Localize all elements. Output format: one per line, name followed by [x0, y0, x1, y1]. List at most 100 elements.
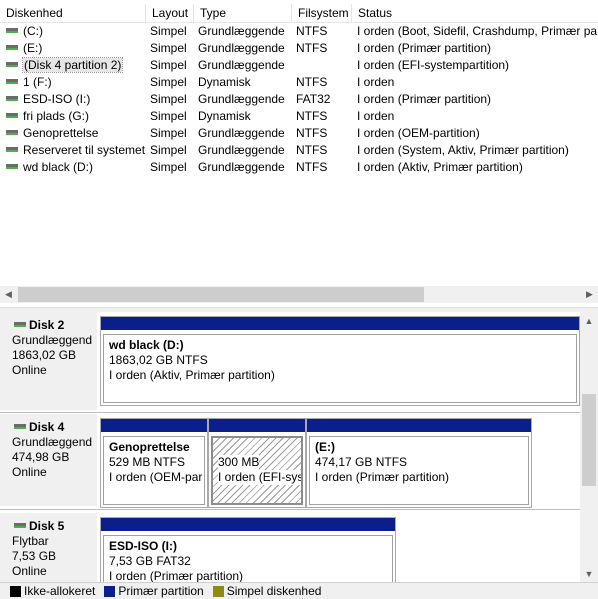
volume-row-selected[interactable]: (Disk 4 partition 2) Simpel Grundlæggend… — [0, 57, 598, 74]
volume-layout: Simpel — [150, 126, 187, 140]
volume-filesystem: NTFS — [296, 75, 328, 89]
scroll-up-icon[interactable]: ▲ — [580, 312, 598, 329]
volume-row[interactable]: Genoprettelse Simpel Grundlæggende NTFS … — [0, 125, 598, 142]
volume-row[interactable]: (C:) Simpel Grundlæggende NTFS I orden (… — [0, 23, 598, 40]
disk-info[interactable]: Disk 5 Flytbar 7,53 GB Online — [0, 513, 97, 582]
partition-size: 474,17 GB NTFS — [315, 455, 408, 469]
disk-state: Online — [12, 465, 47, 479]
volume-list[interactable]: Diskenhed Layout Type Filsystem Status (… — [0, 0, 598, 307]
partition-size: 529 MB NTFS — [109, 455, 186, 469]
volume-type: Grundlæggende — [198, 92, 285, 106]
volume-name: (Disk 4 partition 2) — [21, 57, 124, 73]
volume-status: I orden (Aktiv, Primær partition) — [357, 160, 523, 174]
volume-type: Grundlæggende — [198, 160, 285, 174]
volume-row[interactable]: ESD-ISO (I:) Simpel Grundlæggende FAT32 … — [0, 91, 598, 108]
volume-row[interactable]: (E:) Simpel Grundlæggende NTFS I orden (… — [0, 40, 598, 57]
volume-row[interactable]: Reserveret til systemet Simpel Grundlægg… — [0, 142, 598, 159]
volume-status: I orden — [357, 109, 395, 123]
scroll-left-icon[interactable]: ◀ — [0, 286, 17, 303]
disk-row-disk-5: Disk 5 Flytbar 7,53 GB Online ESD-ISO (I… — [0, 513, 580, 582]
drive-icon — [6, 28, 18, 34]
legend: Ikke-allokeret Primær partition Simpel d… — [0, 582, 598, 599]
horizontal-scroll-thumb[interactable] — [18, 287, 424, 302]
volume-layout: Simpel — [150, 109, 187, 123]
horizontal-scrollbar[interactable]: ◀ ▶ — [0, 286, 598, 303]
disk-row-disk-2: Disk 2 Grundlæggend 1863,02 GB Online wd… — [0, 312, 580, 410]
drive-icon — [6, 130, 18, 136]
scroll-down-icon[interactable]: ▼ — [580, 565, 598, 582]
partition-status: I orden (Primær partition) — [109, 569, 244, 582]
drive-icon — [6, 113, 18, 119]
primary-partition-bar — [307, 419, 531, 433]
volume-name: Reserveret til systemet — [23, 143, 146, 157]
column-header-filesystem[interactable]: Filsystem — [292, 4, 352, 23]
partition-name: ESD-ISO (I:) — [109, 539, 177, 553]
volume-name: Genoprettelse — [23, 126, 99, 140]
legend-swatch — [10, 585, 21, 597]
volume-filesystem: NTFS — [296, 126, 328, 140]
disk-kind: Grundlæggend — [12, 435, 93, 449]
volume-status: I orden — [357, 75, 395, 89]
partition-block[interactable]: Genoprettelse 529 MB NTFS I orden (OEM-p… — [100, 418, 208, 508]
partition-block[interactable]: wd black (D:) 1863,02 GB NTFS I orden (A… — [100, 316, 580, 406]
drive-icon — [6, 62, 18, 68]
volume-row[interactable]: wd black (D:) Simpel Grundlæggende NTFS … — [0, 159, 598, 176]
primary-partition-bar — [209, 419, 305, 433]
partition-status: I orden (EFI-syst — [218, 470, 301, 485]
volume-status: I orden (System, Aktiv, Primær partition… — [357, 143, 569, 157]
volume-filesystem: NTFS — [296, 160, 328, 174]
disk-kind: Flytbar — [12, 534, 49, 548]
volume-type: Grundlæggende — [198, 58, 285, 72]
volume-row[interactable]: fri plads (G:) Simpel Dynamisk NTFS I or… — [0, 108, 598, 125]
volume-name: (E:) — [23, 41, 43, 55]
legend-label: Simpel diskenhed — [226, 584, 322, 598]
disk-info[interactable]: Disk 2 Grundlæggend 1863,02 GB Online — [0, 312, 97, 410]
partition-name: (E:) — [315, 440, 335, 454]
column-header-layout[interactable]: Layout — [146, 4, 194, 23]
column-header-type[interactable]: Type — [194, 4, 292, 23]
volume-type: Grundlæggende — [198, 126, 285, 140]
disk-name: Disk 2 — [29, 318, 65, 332]
column-header-status[interactable]: Status — [352, 4, 598, 23]
partition-block[interactable]: (E:) 474,17 GB NTFS I orden (Primær part… — [306, 418, 532, 508]
partition-block-selected[interactable]: 300 MB I orden (EFI-syst — [208, 418, 306, 508]
column-header-volume[interactable]: Diskenhed — [0, 4, 146, 23]
legend-label: Ikke-allokeret — [24, 584, 96, 598]
volume-rows: (C:) Simpel Grundlæggende NTFS I orden (… — [0, 23, 598, 176]
disk-map: Disk 2 Grundlæggend 1863,02 GB Online wd… — [0, 312, 598, 582]
drive-icon — [6, 79, 18, 85]
legend-label: Primær partition — [118, 584, 204, 598]
partition-status: I orden (Primær partition) — [315, 470, 450, 484]
volume-type: Dynamisk — [198, 75, 251, 89]
vertical-scroll-thumb[interactable] — [582, 394, 596, 486]
primary-partition-bar — [101, 317, 579, 331]
volume-type: Grundlæggende — [198, 24, 285, 38]
disk-divider — [0, 509, 580, 510]
volume-layout: Simpel — [150, 41, 187, 55]
disk-divider — [0, 412, 580, 413]
volume-list-header: Diskenhed Layout Type Filsystem Status — [0, 4, 598, 23]
partition-block[interactable]: ESD-ISO (I:) 7,53 GB FAT32 I orden (Prim… — [100, 517, 396, 582]
partition-name: wd black (D:) — [109, 338, 184, 352]
volume-layout: Simpel — [150, 58, 187, 72]
drive-icon — [6, 164, 18, 170]
volume-filesystem: NTFS — [296, 24, 328, 38]
disk-state: Online — [12, 363, 47, 377]
legend-item-primary-partition: Primær partition — [104, 584, 204, 598]
primary-partition-bar — [101, 518, 395, 532]
volume-filesystem: FAT32 — [296, 92, 331, 106]
volume-name: (C:) — [23, 24, 43, 38]
volume-filesystem — [296, 57, 352, 74]
volume-layout: Simpel — [150, 160, 187, 174]
primary-partition-bar — [101, 419, 207, 433]
scroll-right-icon[interactable]: ▶ — [581, 286, 598, 303]
disk-info[interactable]: Disk 4 Grundlæggend 474,98 GB Online — [0, 414, 97, 506]
legend-swatch — [104, 585, 116, 597]
volume-row[interactable]: 1 (F:) Simpel Dynamisk NTFS I orden — [0, 74, 598, 91]
volume-filesystem: NTFS — [296, 143, 328, 157]
volume-type: Grundlæggende — [198, 143, 285, 157]
volume-layout: Simpel — [150, 75, 187, 89]
disk-row-disk-4: Disk 4 Grundlæggend 474,98 GB Online Gen… — [0, 414, 580, 508]
vertical-scrollbar[interactable]: ▲ ▼ — [580, 312, 598, 582]
volume-layout: Simpel — [150, 24, 187, 38]
